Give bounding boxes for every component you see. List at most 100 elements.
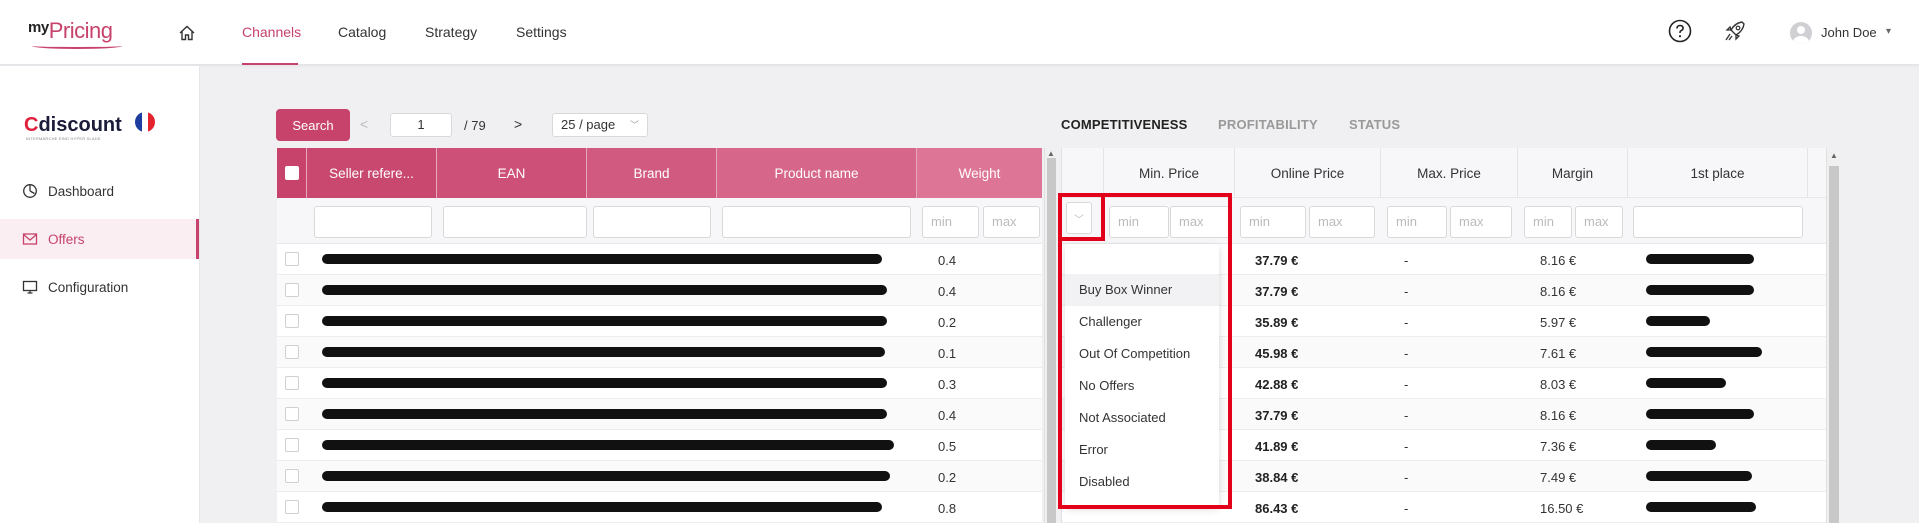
weight-min-filter[interactable]: min xyxy=(922,206,979,238)
cdiscount-tagline: INTERMARCHE EIND HYPER SLADE xyxy=(26,136,101,141)
online-price-max-filter[interactable]: max xyxy=(1309,206,1375,238)
table-row[interactable]: 0.4 xyxy=(277,399,1042,430)
table-row[interactable]: 0.1 xyxy=(277,337,1042,368)
col-max-price[interactable]: Max. Price xyxy=(1381,148,1518,198)
row-checkbox[interactable] xyxy=(285,252,299,266)
redacted-content xyxy=(322,285,887,295)
next-page-button[interactable]: > xyxy=(514,116,522,132)
row-checkbox[interactable] xyxy=(285,438,299,452)
row-checkbox[interactable] xyxy=(285,345,299,359)
user-name[interactable]: John Doe xyxy=(1821,25,1877,40)
col-min-price[interactable]: Min. Price xyxy=(1104,148,1235,198)
page-number-input[interactable]: 1 xyxy=(390,113,452,137)
table-row[interactable]: 0.2 xyxy=(277,461,1042,492)
redacted-content xyxy=(1646,502,1756,512)
margin-value: 8.16 € xyxy=(1540,408,1577,423)
table-row[interactable]: 0.4 xyxy=(277,275,1042,306)
max-price-value: - xyxy=(1404,346,1409,361)
max-price-value: - xyxy=(1404,315,1409,330)
scroll-up-icon[interactable]: ▲ xyxy=(1047,149,1055,158)
redacted-content xyxy=(322,471,890,481)
row-checkbox[interactable] xyxy=(285,469,299,483)
redacted-content xyxy=(1646,316,1710,326)
table-row[interactable]: 0.4 xyxy=(277,244,1042,275)
weight-value: 0.3 xyxy=(938,377,957,392)
tab-competitiveness[interactable]: COMPETITIVENESS xyxy=(1061,117,1188,132)
row-checkbox[interactable] xyxy=(285,283,299,297)
mypricing-logo[interactable]: myPricing xyxy=(28,18,113,44)
scroll-up-icon[interactable]: ▲ xyxy=(1830,151,1838,160)
online-price-min-filter[interactable]: min xyxy=(1240,206,1306,238)
col-first-place[interactable]: 1st place xyxy=(1628,148,1808,198)
tab-profitability[interactable]: PROFITABILITY xyxy=(1218,117,1318,132)
help-icon[interactable] xyxy=(1668,19,1692,43)
chevron-down-icon[interactable]: ▾ xyxy=(1886,26,1891,37)
monitor-icon xyxy=(22,280,38,294)
nav-channels[interactable]: Channels xyxy=(242,24,301,40)
user-avatar[interactable] xyxy=(1790,22,1812,44)
ean-filter[interactable] xyxy=(443,206,587,238)
col-product-name[interactable]: Product name xyxy=(717,148,917,198)
brand-filter[interactable] xyxy=(593,206,711,238)
col-ean[interactable]: EAN xyxy=(437,148,587,198)
max-price-value: - xyxy=(1404,470,1409,485)
tab-status[interactable]: STATUS xyxy=(1349,117,1400,132)
weight-value: 0.5 xyxy=(938,439,957,454)
max-price-value: - xyxy=(1404,439,1409,454)
margin-min-filter[interactable]: min xyxy=(1524,206,1572,238)
sidebar-item-dashboard[interactable]: Dashboard xyxy=(0,171,199,211)
home-icon[interactable] xyxy=(178,24,196,42)
left-table-scrollbar[interactable]: ▲ xyxy=(1044,148,1057,523)
max-price-value: - xyxy=(1404,284,1409,299)
redacted-content xyxy=(1646,409,1754,419)
margin-value: 8.16 € xyxy=(1540,253,1577,268)
scrollbar-thumb[interactable] xyxy=(1829,166,1839,523)
col-brand[interactable]: Brand xyxy=(587,148,717,198)
nav-settings[interactable]: Settings xyxy=(516,24,567,40)
redacted-content xyxy=(322,378,887,388)
rocket-icon[interactable] xyxy=(1722,18,1748,44)
table-row[interactable]: 0.3 xyxy=(277,368,1042,399)
online-price-value: 41.89 € xyxy=(1255,439,1299,454)
table-row[interactable]: 0.2 xyxy=(277,306,1042,337)
max-price-min-filter[interactable]: min xyxy=(1387,206,1447,238)
search-button[interactable]: Search xyxy=(276,109,350,141)
margin-value: 8.16 € xyxy=(1540,284,1577,299)
seller-reference-filter[interactable] xyxy=(314,206,432,238)
sidebar-item-offers[interactable]: Offers xyxy=(0,219,199,259)
col-weight[interactable]: Weight xyxy=(917,148,1042,198)
row-checkbox[interactable] xyxy=(285,407,299,421)
product-name-filter[interactable] xyxy=(722,206,911,238)
row-checkbox[interactable] xyxy=(285,500,299,514)
max-price-value: - xyxy=(1404,408,1409,423)
row-checkbox[interactable] xyxy=(285,314,299,328)
margin-value: 16.50 € xyxy=(1540,501,1584,516)
col-status xyxy=(1062,148,1104,198)
online-price-value: 37.79 € xyxy=(1255,408,1299,423)
chevron-down-icon: ﹀ xyxy=(629,120,639,130)
table-row[interactable]: 0.5 xyxy=(277,430,1042,461)
sidebar-item-configuration[interactable]: Configuration xyxy=(0,267,199,307)
nav-strategy[interactable]: Strategy xyxy=(425,24,477,40)
right-table-scrollbar[interactable]: ▲ xyxy=(1826,148,1840,523)
row-checkbox[interactable] xyxy=(285,376,299,390)
col-margin[interactable]: Margin xyxy=(1518,148,1628,198)
col-online-price[interactable]: Online Price xyxy=(1235,148,1381,198)
scrollbar-thumb[interactable] xyxy=(1047,158,1056,523)
table-header: Min. Price Online Price Max. Price Margi… xyxy=(1062,148,1827,198)
first-place-filter[interactable] xyxy=(1633,206,1803,238)
table-row[interactable]: 0.8 xyxy=(277,492,1042,523)
prev-page-button[interactable]: < xyxy=(360,116,368,132)
select-all-checkbox[interactable] xyxy=(284,166,299,180)
nav-catalog[interactable]: Catalog xyxy=(338,24,386,40)
col-seller-reference[interactable]: Seller refere... xyxy=(307,148,437,198)
online-price-value: 37.79 € xyxy=(1255,253,1299,268)
weight-max-filter[interactable]: max xyxy=(983,206,1040,238)
online-price-value: 42.88 € xyxy=(1255,377,1299,392)
max-price-max-filter[interactable]: max xyxy=(1450,206,1512,238)
page-size-select[interactable]: 25 / page ﹀ xyxy=(552,113,648,137)
redacted-content xyxy=(322,502,882,512)
france-flag-icon xyxy=(135,112,155,132)
margin-max-filter[interactable]: max xyxy=(1575,206,1623,238)
online-price-value: 37.79 € xyxy=(1255,284,1299,299)
